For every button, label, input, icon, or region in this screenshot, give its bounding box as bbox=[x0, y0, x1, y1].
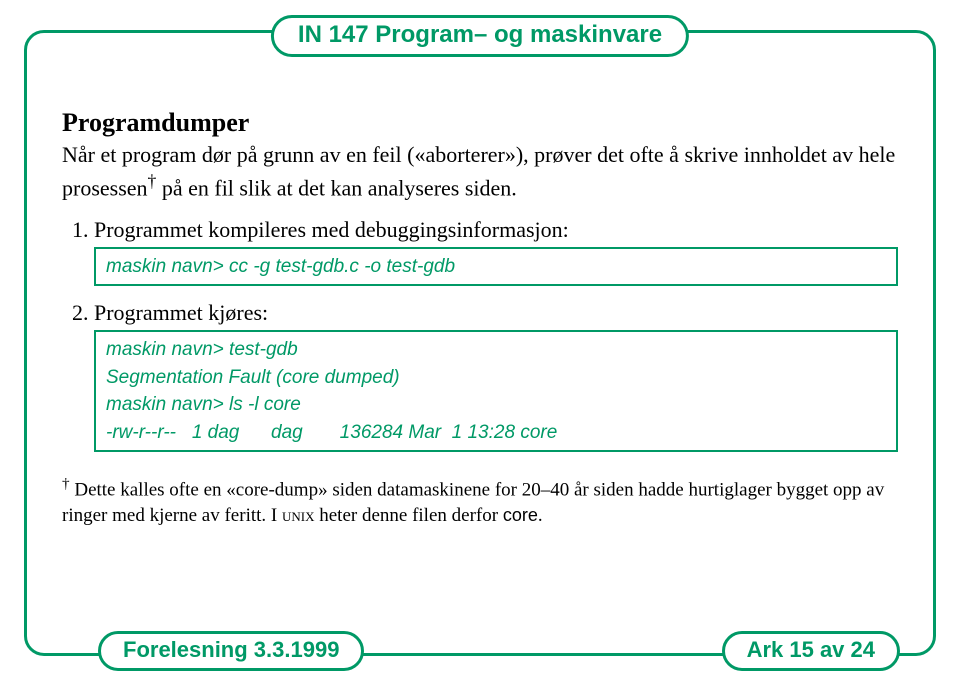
footnote-unix: unix bbox=[282, 505, 315, 526]
code-box-2: maskin navn> test-gdb Segmentation Fault… bbox=[94, 330, 898, 452]
course-title-lozenge: IN 147 Program– og maskinvare bbox=[271, 15, 689, 57]
footnote-dagger: † bbox=[62, 475, 70, 492]
steps-list: Programmet kompileres med debuggingsinfo… bbox=[62, 217, 898, 453]
step-2: Programmet kjøres: maskin navn> test-gdb… bbox=[94, 300, 898, 452]
step-1-text: Programmet kompileres med debuggingsinfo… bbox=[94, 217, 569, 242]
intro-text-2: på en fil slik at det kan analyseres sid… bbox=[156, 175, 516, 200]
footnote-tail: heter denne filen derfor bbox=[314, 505, 502, 526]
footer-right-text: Ark 15 av 24 bbox=[747, 637, 875, 662]
step-1: Programmet kompileres med debuggingsinfo… bbox=[94, 217, 898, 287]
footnote-code: core bbox=[503, 505, 538, 525]
footer-left-lozenge: Forelesning 3.3.1999 bbox=[98, 631, 364, 671]
course-title-text: IN 147 Program– og maskinvare bbox=[298, 21, 662, 48]
footnote: † Dette kalles ofte en «core-dump» siden… bbox=[62, 474, 898, 529]
content-area: Programdumper Når et program dør på grun… bbox=[62, 108, 898, 529]
section-heading: Programdumper bbox=[62, 108, 898, 138]
step-2-text: Programmet kjøres: bbox=[94, 300, 268, 325]
footer-left-text: Forelesning 3.3.1999 bbox=[123, 637, 339, 662]
code-box-1: maskin navn> cc -g test-gdb.c -o test-gd… bbox=[94, 247, 898, 287]
intro-paragraph: Når et program dør på grunn av en feil (… bbox=[62, 140, 898, 203]
footer-right-lozenge: Ark 15 av 24 bbox=[722, 631, 900, 671]
footnote-period: . bbox=[538, 505, 543, 526]
